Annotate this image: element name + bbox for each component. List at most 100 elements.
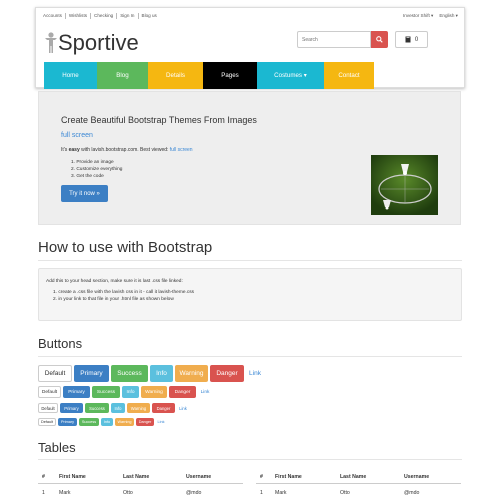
book-icon: [405, 36, 411, 43]
tables-title: Tables: [38, 440, 76, 455]
person-icon: [45, 32, 57, 53]
howto-well: Add this to your head section, make sure…: [38, 268, 462, 321]
table-cell: 1: [42, 490, 45, 496]
table-header: Username: [186, 474, 212, 480]
link-button[interactable]: Link: [198, 386, 212, 398]
table-header: #: [260, 474, 263, 480]
primary-button[interactable]: Primary: [74, 365, 109, 382]
nav-pages[interactable]: Pages: [203, 62, 257, 89]
utility-link-blog[interactable]: Blog us: [139, 13, 160, 19]
hero-step: 1. Provide an image: [71, 160, 114, 165]
howto-steps: 1. create a .css file with the lavish cs…: [53, 289, 194, 303]
table-header: #: [42, 474, 45, 480]
table-header-rule: [256, 483, 461, 484]
divider: [38, 459, 462, 460]
table-header: First Name: [275, 474, 302, 480]
hero-title: Create Beautiful Bootstrap Themes From I…: [61, 115, 257, 125]
divider: [38, 260, 462, 261]
danger-button[interactable]: Danger: [169, 386, 196, 398]
table-left: # First Name Last Name Username 1 Mark O…: [38, 466, 243, 500]
lead-link[interactable]: full screen: [170, 147, 193, 153]
divider: [38, 356, 462, 357]
search-icon: [376, 36, 383, 43]
table-cell: 1: [260, 490, 263, 496]
success-button[interactable]: Success: [92, 386, 120, 398]
howto-intro: Add this to your head section, make sure…: [46, 279, 183, 284]
buttons-row-small: Default Primary Success Info Warning Dan…: [38, 403, 191, 413]
danger-button[interactable]: Danger: [210, 365, 244, 382]
howto-title: How to use with Bootstrap: [38, 239, 213, 256]
default-button[interactable]: Default: [38, 386, 61, 398]
table-header: Username: [404, 474, 430, 480]
primary-button[interactable]: Primary: [58, 418, 77, 426]
primary-button[interactable]: Primary: [60, 403, 83, 413]
danger-button[interactable]: Danger: [136, 418, 154, 426]
nav-costumes[interactable]: Costumes ▾: [257, 62, 324, 89]
info-button[interactable]: Info: [111, 403, 125, 413]
brand-logo[interactable]: Sportive: [44, 32, 139, 54]
language-dropdown[interactable]: English ▾: [439, 13, 458, 19]
cart-button[interactable]: 0: [395, 31, 428, 48]
search-button[interactable]: [371, 31, 388, 48]
success-button[interactable]: Success: [79, 418, 99, 426]
default-button[interactable]: Default: [38, 365, 72, 382]
utility-dropdowns: Investor Shift ▾ English ▾: [403, 13, 458, 19]
table-header-rule: [38, 483, 243, 484]
lead-prefix: It's: [61, 147, 69, 153]
info-button[interactable]: Info: [150, 365, 173, 382]
buttons-row-large: Default Primary Success Info Warning Dan…: [38, 365, 266, 382]
main-nav: Home Blog Details Pages Costumes ▾ Conta…: [44, 62, 374, 89]
nav-contact[interactable]: Contact: [324, 62, 374, 89]
nav-home[interactable]: Home: [44, 62, 97, 89]
hero-steps: 1. Provide an image 2. Customize everyth…: [71, 159, 122, 180]
table-cell: Mark: [275, 490, 287, 496]
info-button[interactable]: Info: [122, 386, 139, 398]
table-right: # First Name Last Name Username 1 Mark O…: [256, 466, 461, 500]
warning-button[interactable]: Warning: [115, 418, 134, 426]
utility-link-wishlists[interactable]: Wishlists: [66, 13, 92, 19]
hero-fullscreen-link[interactable]: full screen: [61, 132, 93, 139]
link-button[interactable]: Link: [246, 365, 264, 382]
warning-button[interactable]: Warning: [141, 386, 167, 398]
primary-button[interactable]: Primary: [63, 386, 90, 398]
investor-dropdown[interactable]: Investor Shift ▾: [403, 13, 433, 19]
buttons-row-default: Default Primary Success Info Warning Dan…: [38, 386, 214, 398]
table-cell: @mdo: [404, 490, 420, 496]
danger-button[interactable]: Danger: [152, 403, 175, 413]
info-button[interactable]: Info: [101, 418, 113, 426]
buttons-title: Buttons: [38, 336, 83, 351]
try-it-button[interactable]: Try it now »: [61, 185, 108, 202]
utility-link-accounts[interactable]: Accounts: [40, 13, 66, 19]
search-input[interactable]: [297, 31, 371, 48]
lead-mid: with lavish.bootstrap.com. Best viewed:: [79, 147, 170, 153]
table-header: First Name: [59, 474, 86, 480]
brand-name: Sportive: [58, 30, 139, 55]
badminton-image: [371, 155, 438, 215]
hero-jumbotron: Create Beautiful Bootstrap Themes From I…: [38, 91, 461, 225]
hero-step: 3. Get the code: [71, 174, 104, 179]
warning-button[interactable]: Warning: [175, 365, 208, 382]
table-cell: Otto: [123, 490, 133, 496]
success-button[interactable]: Success: [85, 403, 109, 413]
buttons-row-xsmall: Default Primary Success Info Warning Dan…: [38, 418, 168, 426]
table-header: Last Name: [123, 474, 150, 480]
lead-bold: easy: [68, 147, 80, 153]
table-cell: Mark: [59, 490, 71, 496]
howto-step: 2. in your link to that file in your .ht…: [53, 297, 174, 302]
hero-step: 2. Customize everything: [71, 167, 123, 172]
utility-link-checking[interactable]: Checking: [91, 13, 118, 19]
table-header: Last Name: [340, 474, 367, 480]
hero-lead: It's easy with lavish.bootstrap.com. Bes…: [61, 147, 193, 153]
link-button[interactable]: Link: [156, 418, 166, 426]
table-cell: @mdo: [186, 490, 202, 496]
warning-button[interactable]: Warning: [127, 403, 150, 413]
nav-blog[interactable]: Blog: [97, 62, 148, 89]
cart-count: 0: [414, 36, 419, 43]
nav-details[interactable]: Details: [148, 62, 203, 89]
utility-link-sign-in[interactable]: Sign In: [117, 13, 139, 19]
default-button[interactable]: Default: [38, 418, 56, 426]
link-button[interactable]: Link: [177, 403, 189, 413]
success-button[interactable]: Success: [111, 365, 148, 382]
default-button[interactable]: Default: [38, 403, 58, 413]
table-cell: Otto: [340, 490, 350, 496]
